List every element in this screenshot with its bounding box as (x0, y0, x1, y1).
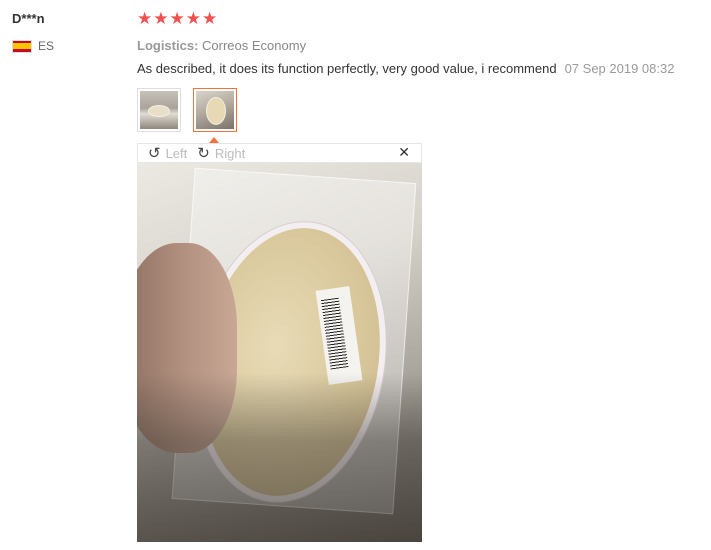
photo-viewer: ↺ Left ↻ Right ✕ (137, 143, 422, 542)
photo-thumbnails (137, 88, 702, 132)
rotate-left-icon: ↺ (148, 144, 161, 162)
star-rating: ★ ★ ★ ★ ★ (137, 10, 702, 28)
review-date: 07 Sep 2019 08:32 (564, 61, 675, 76)
country-code: ES (38, 39, 55, 53)
logistics-label: Logistics: (137, 38, 199, 53)
spain-flag-icon (12, 39, 32, 53)
review-text-line: As described, it does its function perfe… (137, 61, 702, 76)
star-icon: ★ (153, 9, 169, 29)
close-icon[interactable]: ✕ (398, 144, 410, 162)
viewer-toolbar: ↺ Left ↻ Right ✕ (137, 143, 422, 163)
star-icon: ★ (185, 9, 201, 29)
rotate-left-label: Left (165, 145, 188, 161)
reviewer-name: D***n (12, 11, 45, 26)
reviewer-info: D***n ES (12, 10, 54, 53)
rotate-right-label: Right (214, 145, 246, 161)
rotate-right-button[interactable]: ↻ Right (197, 144, 245, 162)
photo-thumbnail[interactable] (137, 88, 181, 132)
logistics-value: Correos Economy (202, 38, 307, 53)
star-icon: ★ (169, 9, 185, 29)
rotate-right-icon: ↻ (197, 144, 210, 162)
rotate-left-button[interactable]: ↺ Left (148, 144, 187, 162)
star-icon: ★ (137, 9, 153, 29)
logistics-info: Logistics: Correos Economy (137, 38, 702, 53)
star-icon: ★ (202, 9, 218, 29)
photo-thumbnail-selected[interactable] (193, 88, 237, 132)
review-photo (137, 163, 422, 542)
review-content: ★ ★ ★ ★ ★ Logistics: Correos Economy As … (137, 10, 702, 132)
reviewer-country: ES (12, 39, 54, 53)
review-text: As described, it does its function perfe… (137, 61, 557, 76)
